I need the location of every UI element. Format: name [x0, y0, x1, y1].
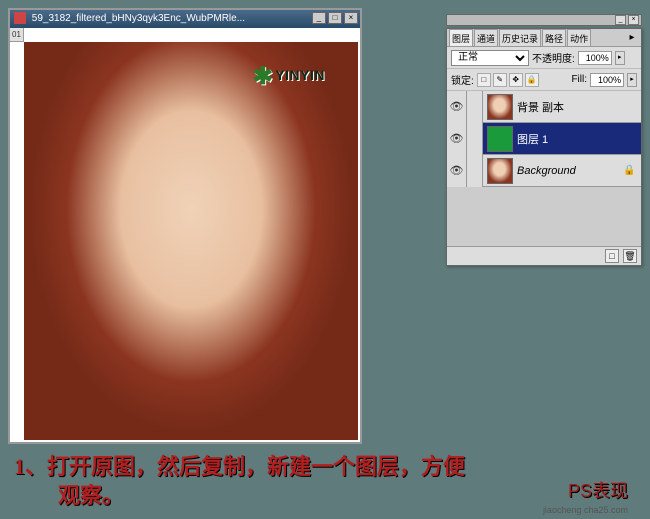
maximize-button[interactable]: □ — [328, 12, 342, 24]
layer-name[interactable]: 背景 副本 — [517, 99, 641, 115]
link-cell[interactable] — [467, 91, 483, 123]
image-window: 59_3182_filtered_bHNy3qyk3Enc_WubPMRle..… — [8, 8, 362, 444]
new-layer-icon[interactable]: □ — [605, 249, 619, 263]
lock-indicator-icon: 🔒 — [623, 165, 637, 176]
fill-value[interactable]: 100% — [590, 73, 624, 87]
watermark-icon: ✱ — [253, 63, 274, 90]
panel-footer: □ 🗑 — [447, 247, 641, 265]
link-cell[interactable] — [467, 123, 483, 155]
blend-opacity-row: 正常 不透明度: 100% ▸ — [447, 47, 641, 69]
layers-blank-area[interactable] — [447, 187, 641, 247]
layer-row[interactable]: 👁 Background 🔒 — [447, 155, 641, 187]
layers-panel: 图层 通道 历史记录 路径 动作 ▸ 正常 不透明度: 100% ▸ 锁定: □… — [446, 28, 642, 266]
layer-name[interactable]: 图层 1 — [517, 131, 641, 147]
panel-close-button[interactable]: × — [628, 15, 639, 25]
tab-actions[interactable]: 动作 — [567, 29, 591, 47]
lock-transparency-icon[interactable]: □ — [477, 73, 491, 87]
layer-thumbnail[interactable] — [487, 94, 513, 120]
lock-pixels-icon[interactable]: ✎ — [493, 73, 507, 87]
watermark: ✱YINYIN — [253, 62, 325, 91]
file-icon — [14, 12, 26, 24]
panel-menu-icon[interactable]: ▸ — [625, 32, 639, 43]
lock-label: 锁定: — [451, 72, 474, 87]
fill-label: Fill: — [571, 74, 587, 85]
close-button[interactable]: × — [344, 12, 358, 24]
window-controls: _ □ × — [312, 12, 358, 24]
instruction-caption: 1、打开原图，然后复制，新建一个图层，方便 观察。 — [14, 452, 642, 511]
layers-list: 👁 背景 副本 👁 图层 1 👁 Background 🔒 — [447, 91, 641, 247]
layer-thumbnail[interactable] — [487, 158, 513, 184]
opacity-label: 不透明度: — [532, 50, 575, 65]
panel-minimize-button[interactable]: _ — [615, 15, 626, 25]
eye-icon[interactable]: 👁 — [447, 91, 467, 123]
eye-icon[interactable]: 👁 — [447, 123, 467, 155]
panel-tabs: 图层 通道 历史记录 路径 动作 ▸ — [447, 29, 641, 47]
caption-watermark: PS表现 — [568, 477, 628, 503]
layer-name[interactable]: Background — [517, 165, 623, 177]
link-cell[interactable] — [467, 155, 483, 187]
blend-mode-select[interactable]: 正常 — [451, 50, 529, 66]
layer-row[interactable]: 👁 图层 1 — [447, 123, 641, 155]
ruler-corner: 01 — [10, 28, 24, 42]
eye-icon[interactable]: 👁 — [447, 155, 467, 187]
delete-layer-icon[interactable]: 🗑 — [623, 249, 637, 263]
tab-paths[interactable]: 路径 — [542, 29, 566, 47]
tab-channels[interactable]: 通道 — [474, 29, 498, 47]
layer-row[interactable]: 👁 背景 副本 — [447, 91, 641, 123]
opacity-value[interactable]: 100% — [578, 51, 612, 65]
lock-all-icon[interactable]: 🔒 — [525, 73, 539, 87]
panel-strip[interactable]: _ × — [446, 14, 642, 26]
layer-thumbnail[interactable] — [487, 126, 513, 152]
opacity-arrow-icon[interactable]: ▸ — [615, 51, 625, 65]
minimize-button[interactable]: _ — [312, 12, 326, 24]
canvas-area[interactable] — [24, 42, 358, 440]
caption-small: jiaocheng cha25.com — [543, 505, 628, 515]
photo-content — [24, 42, 358, 440]
image-titlebar[interactable]: 59_3182_filtered_bHNy3qyk3Enc_WubPMRle..… — [10, 10, 360, 28]
lock-fill-row: 锁定: □ ✎ ✥ 🔒 Fill: 100% ▸ — [447, 69, 641, 91]
image-title: 59_3182_filtered_bHNy3qyk3Enc_WubPMRle..… — [32, 13, 245, 24]
lock-icons-group: □ ✎ ✥ 🔒 — [477, 73, 539, 87]
tab-layers[interactable]: 图层 — [449, 29, 473, 47]
fill-arrow-icon[interactable]: ▸ — [627, 73, 637, 87]
tab-history[interactable]: 历史记录 — [499, 29, 541, 47]
lock-position-icon[interactable]: ✥ — [509, 73, 523, 87]
